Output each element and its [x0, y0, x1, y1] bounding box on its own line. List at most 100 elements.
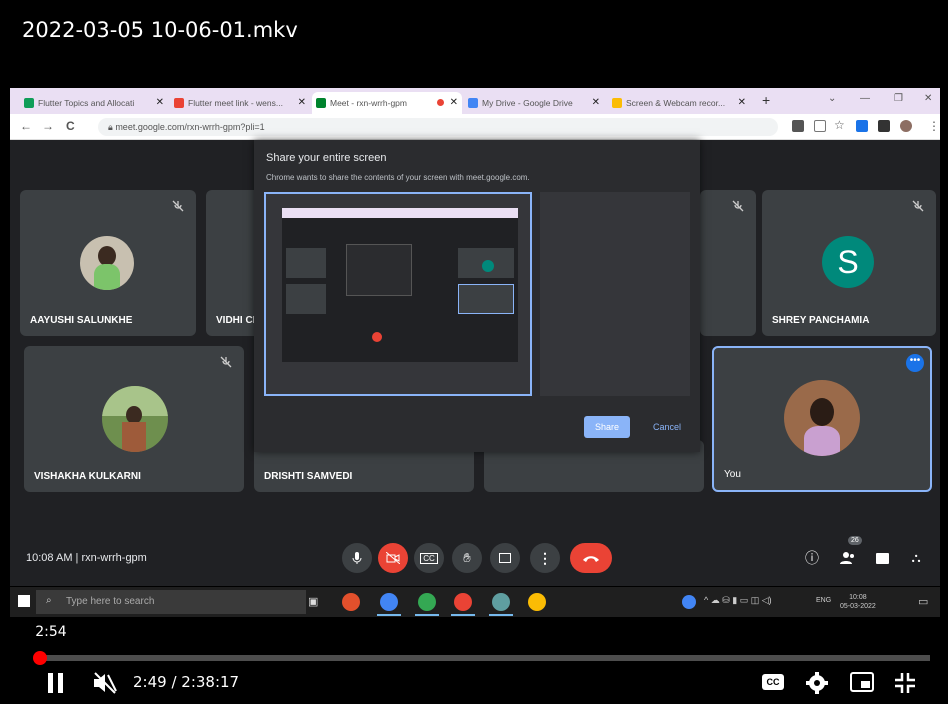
minimize-icon[interactable]: —	[860, 93, 870, 104]
chat-button[interactable]	[872, 548, 892, 568]
preview-background	[540, 192, 690, 396]
activities-icon: ⛬	[911, 550, 921, 565]
chrome-app-icon[interactable]	[380, 593, 398, 611]
hand-icon: ✋︎	[463, 550, 471, 565]
tab-label: Meet - rxn-wrrh-gpm	[330, 98, 407, 108]
windows-start-icon[interactable]	[18, 595, 30, 607]
chevron-down-icon[interactable]: ⌄	[828, 93, 836, 104]
avatar	[784, 380, 860, 456]
hang-up-icon	[583, 556, 599, 562]
close-icon[interactable]: ✕	[450, 97, 458, 108]
sheets-icon	[24, 98, 34, 108]
exit-fullscreen-icon[interactable]	[894, 672, 916, 694]
more-options-button[interactable]: ⋮	[530, 543, 560, 573]
close-icon[interactable]: ✕	[298, 97, 306, 108]
new-tab-icon[interactable]: +	[762, 92, 770, 108]
back-icon[interactable]: ←	[20, 119, 32, 133]
browser-tab[interactable]: My Drive - Google Drive ✕	[464, 92, 604, 114]
forward-icon[interactable]: →	[42, 119, 54, 133]
close-window-icon[interactable]: ✕	[924, 93, 932, 104]
tray-icons[interactable]: ^ ☁ ⛁ ▮ ▭ ◫ ◁)	[704, 595, 772, 606]
camera-off-button[interactable]	[378, 543, 408, 573]
menu-icon[interactable]: ⋮	[928, 119, 940, 133]
chrome-app-icon[interactable]	[528, 593, 546, 611]
avatar	[80, 236, 134, 290]
tab-label: My Drive - Google Drive	[482, 98, 573, 108]
restore-icon[interactable]: ❐	[894, 93, 903, 104]
captions-button[interactable]: CC	[414, 543, 444, 573]
cancel-button[interactable]: Cancel	[644, 416, 690, 438]
taskbar-search[interactable]: ⌕ Type here to search	[36, 590, 306, 614]
participant-name: SHREY PANCHAMIA	[772, 315, 870, 326]
volume-muted-icon[interactable]	[92, 672, 118, 694]
office-app-icon[interactable]	[342, 593, 360, 611]
url-input[interactable]: 🔒︎ meet.google.com/rxn-wrrh-gpm?pli=1	[98, 118, 778, 136]
reload-icon[interactable]: C	[66, 119, 75, 133]
meet-icon	[316, 98, 326, 108]
recording-dot-icon	[437, 99, 444, 106]
info-icon: ⓘ	[805, 550, 819, 566]
participant-name: DRISHTI SAMVEDI	[264, 471, 353, 482]
browser-tab[interactable]: Flutter Topics and Allocati ✕	[20, 92, 168, 114]
puzzle-icon[interactable]	[878, 120, 890, 132]
chrome-app-icon[interactable]	[492, 593, 510, 611]
star-icon[interactable]: ☆	[834, 118, 845, 132]
pause-icon[interactable]	[46, 672, 66, 694]
camera-icon[interactable]	[792, 120, 804, 132]
raise-hand-button[interactable]: ✋︎	[452, 543, 482, 573]
scrubber-handle[interactable]	[32, 651, 47, 665]
avatar: S	[822, 236, 874, 288]
clock-date: 05-03-2022	[840, 603, 876, 610]
language-indicator[interactable]: ENG	[816, 597, 831, 604]
drive-icon	[468, 98, 478, 108]
progress-bar[interactable]	[38, 655, 930, 661]
participant-name: AAYUSHI SALUNKHE	[30, 315, 133, 326]
close-icon[interactable]: ✕	[156, 97, 164, 108]
mic-off-icon	[220, 356, 232, 368]
settings-gear-icon[interactable]	[806, 672, 828, 694]
avatar	[102, 386, 168, 452]
people-button[interactable]: 26	[838, 536, 862, 568]
participant-tile[interactable]	[700, 190, 756, 336]
participant-tile[interactable]: AAYUSHI SALUNKHE	[20, 190, 196, 336]
task-view-icon[interactable]: ▣	[308, 595, 318, 608]
weather-icon[interactable]	[682, 595, 696, 609]
browser-tab-active[interactable]: Meet - rxn-wrrh-gpm ✕	[312, 92, 462, 114]
video-title: 2022-03-05 10-06-01.mkv	[22, 18, 298, 42]
profile-avatar[interactable]	[900, 120, 912, 132]
mic-button[interactable]	[342, 543, 372, 573]
cc-icon: CC	[420, 552, 438, 564]
close-icon[interactable]: ✕	[738, 97, 746, 108]
extension-icon[interactable]	[856, 120, 868, 132]
present-button[interactable]	[490, 543, 520, 573]
end-call-button[interactable]	[570, 543, 612, 573]
participant-tile[interactable]: S SHREY PANCHAMIA	[762, 190, 936, 336]
more-options-icon[interactable]: •••	[906, 354, 924, 372]
share-icon[interactable]	[814, 120, 826, 132]
clock[interactable]: 10:08 05-03-2022	[840, 593, 876, 611]
miniplayer-icon[interactable]	[850, 672, 874, 692]
lock-icon: 🔒︎	[108, 122, 113, 132]
close-icon[interactable]: ✕	[592, 97, 600, 108]
tab-label: Flutter meet link - wens...	[188, 98, 283, 108]
participant-name: VISHAKHA KULKARNI	[34, 471, 141, 482]
activities-button[interactable]: ⛬	[906, 548, 926, 568]
microphone-icon	[352, 552, 362, 564]
chrome-app-icon[interactable]	[418, 593, 436, 611]
participant-tile[interactable]: VISHAKHA KULKARNI	[24, 346, 244, 492]
subtitles-icon[interactable]: CC	[762, 674, 784, 690]
recorder-app-icon[interactable]	[454, 593, 472, 611]
tab-label: Flutter Topics and Allocati	[38, 98, 135, 108]
self-view-tile[interactable]: ••• You	[712, 346, 932, 492]
windows-taskbar: ⌕ Type here to search ▣ ^ ☁ ⛁ ▮ ▭ ◫ ◁) E…	[10, 587, 940, 617]
info-button[interactable]: ⓘ	[802, 548, 822, 568]
people-icon	[840, 552, 854, 564]
browser-tab[interactable]: Flutter meet link - wens... ✕	[170, 92, 310, 114]
chat-icon	[875, 552, 889, 564]
screen-preview-thumbnail[interactable]	[264, 192, 532, 396]
share-button[interactable]: Share	[584, 416, 630, 438]
preview-image	[282, 208, 518, 362]
notification-icon[interactable]: ▭	[918, 595, 928, 608]
clock-time: 10:08	[849, 594, 867, 601]
browser-tab[interactable]: Screen & Webcam recor... ✕	[608, 92, 750, 114]
